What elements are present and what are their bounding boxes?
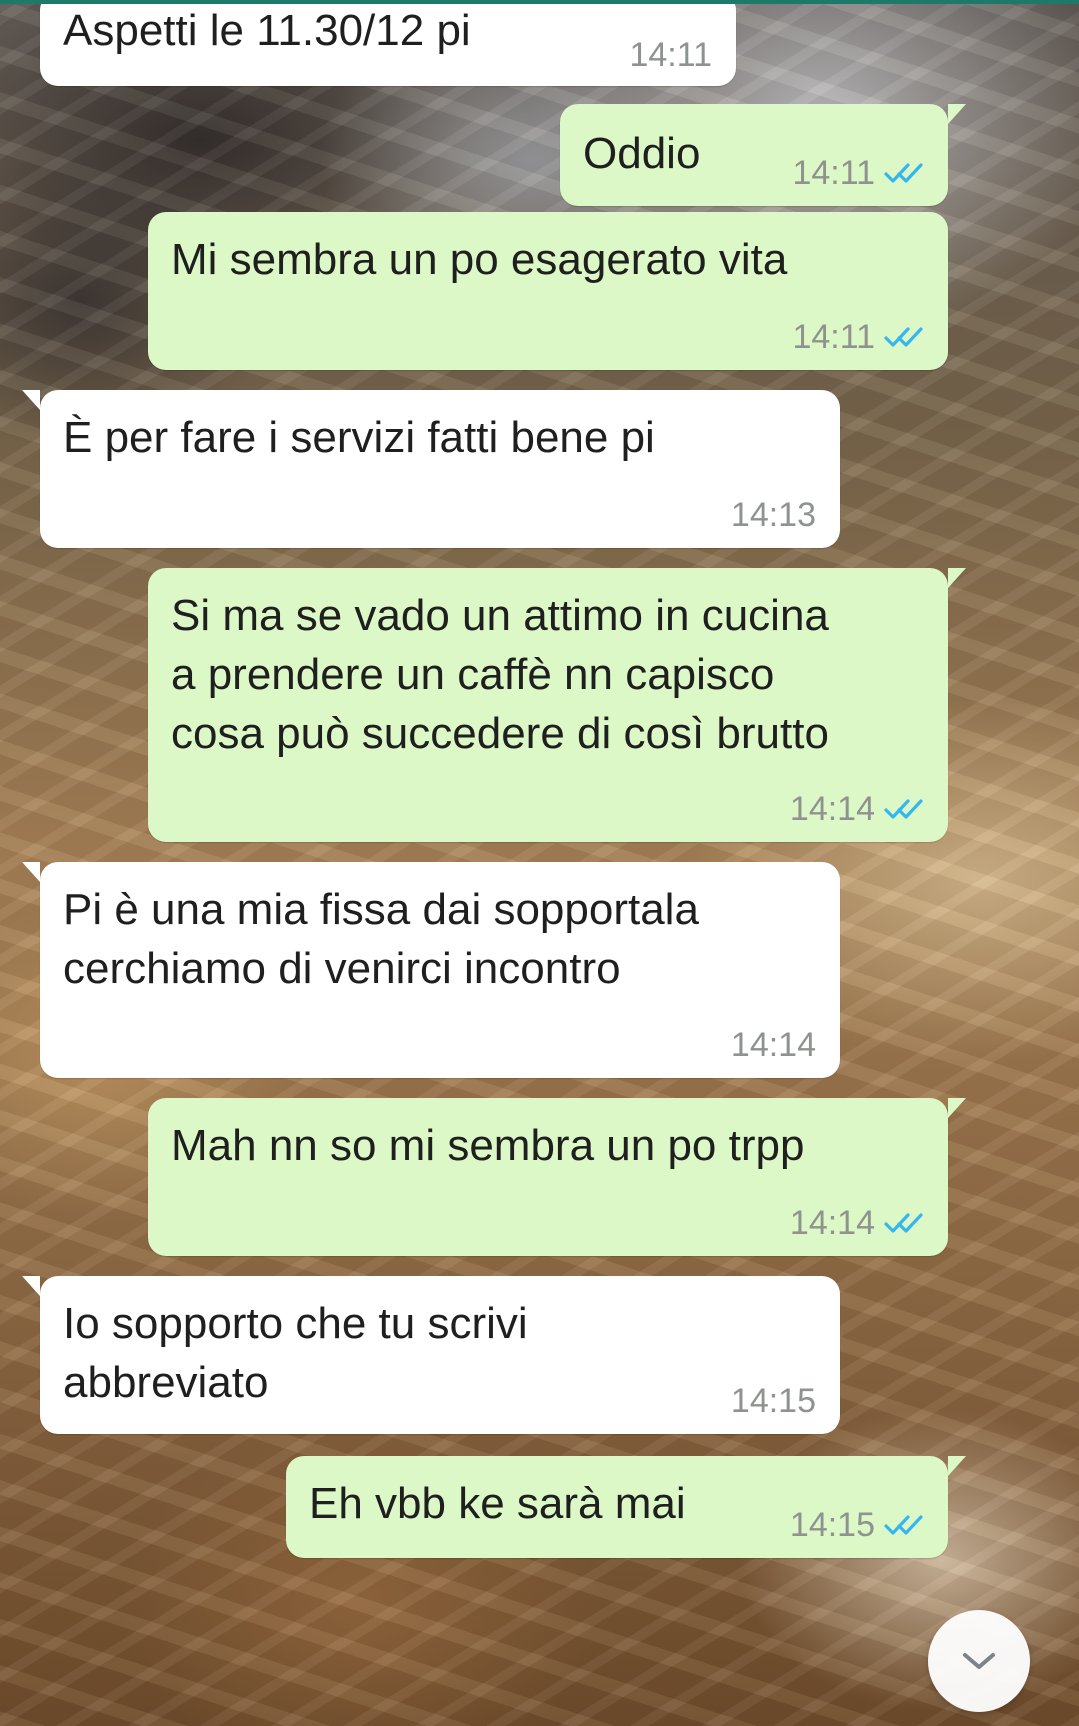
message-time: 14:11: [629, 36, 712, 74]
double-check-icon: [884, 1512, 924, 1538]
message-bubble-incoming[interactable]: Pi è una mia fissa dai sopportala cerchi…: [22, 862, 840, 1078]
message-meta: 14:11: [792, 156, 924, 190]
message-bubble-outgoing[interactable]: Mah nn so mi sembra un po trpp 14:14: [148, 1098, 966, 1256]
message-list[interactable]: Aspetti le 11.30/12 pi 14:11 Oddio 14:11…: [0, 0, 1079, 1726]
message-time: 14:15: [789, 1506, 875, 1544]
message-bubble-incoming[interactable]: È per fare i servizi fatti bene pi 14:13: [22, 390, 840, 548]
message-text: Si ma se vado un attimo in cucina a pren…: [171, 591, 829, 758]
message-meta: 14:14: [731, 1028, 816, 1062]
chevron-down-icon: [957, 1647, 1001, 1675]
scroll-to-bottom-button[interactable]: [928, 1610, 1030, 1712]
double-check-icon: [884, 1210, 924, 1236]
message-meta: 14:14: [790, 792, 924, 826]
double-check-icon: [884, 796, 924, 822]
message-bubble-incoming[interactable]: Aspetti le 11.30/12 pi 14:11: [40, 0, 736, 86]
message-text: È per fare i servizi fatti bene pi: [63, 413, 655, 462]
message-bubble-outgoing[interactable]: Eh vbb ke sarà mai 14:15: [286, 1456, 966, 1558]
message-meta: 14:15: [731, 1384, 816, 1418]
message-text: Aspetti le 11.30/12 pi: [63, 6, 471, 55]
top-strip: [0, 0, 1079, 4]
message-time: 14:11: [792, 318, 875, 356]
message-text: Mah nn so mi sembra un po trpp: [171, 1121, 805, 1170]
message-text: Io sopporto che tu scrivi abbreviato: [63, 1299, 528, 1407]
message-bubble-outgoing[interactable]: Mi sembra un po esagerato vita 14:11: [148, 212, 948, 370]
message-meta: 14:14: [790, 1206, 924, 1240]
double-check-icon: [884, 324, 924, 350]
message-time: 14:13: [730, 496, 816, 534]
message-time: 14:14: [789, 1204, 875, 1242]
message-meta: 14:11: [792, 320, 924, 354]
message-time: 14:14: [789, 790, 875, 828]
message-time: 14:14: [730, 1026, 816, 1064]
message-meta: 14:11: [629, 38, 712, 72]
message-time: 14:11: [792, 154, 875, 192]
message-bubble-outgoing[interactable]: Si ma se vado un attimo in cucina a pren…: [148, 568, 966, 842]
message-meta: 14:13: [731, 498, 816, 532]
message-bubble-incoming[interactable]: Io sopporto che tu scrivi abbreviato 14:…: [22, 1276, 840, 1434]
message-meta: 14:15: [790, 1508, 924, 1542]
message-time: 14:15: [730, 1382, 816, 1420]
message-text: Pi è una mia fissa dai sopportala cerchi…: [63, 885, 699, 993]
message-text: Mi sembra un po esagerato vita: [171, 235, 788, 284]
message-bubble-outgoing[interactable]: Oddio 14:11: [560, 104, 966, 206]
double-check-icon: [884, 160, 924, 186]
